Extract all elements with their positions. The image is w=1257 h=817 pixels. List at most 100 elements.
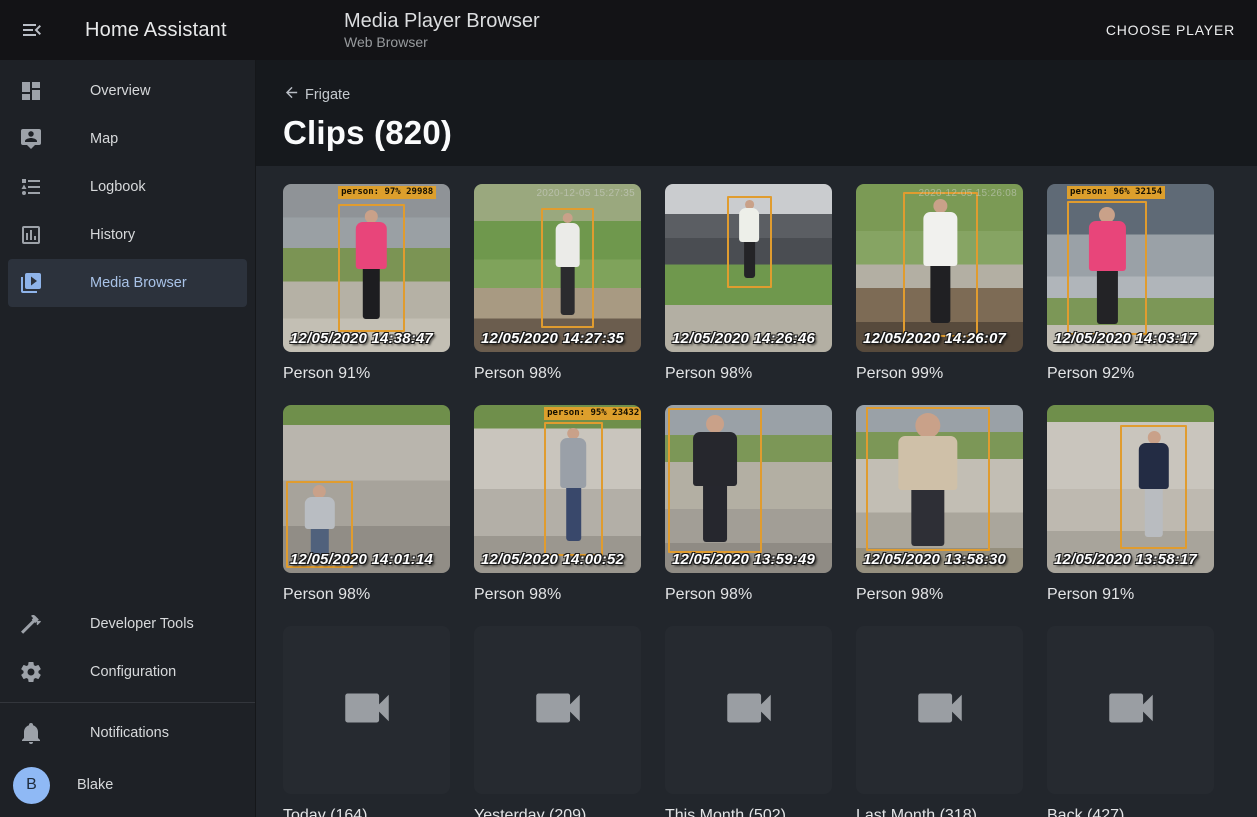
sidebar-item-overview[interactable]: Overview bbox=[0, 67, 255, 115]
clip-caption: Person 91% bbox=[283, 364, 450, 383]
dashboard-icon bbox=[19, 79, 43, 103]
clip-card[interactable]: 2020-12-05 15:26:08 12/05/2020 14:26:07 … bbox=[856, 184, 1023, 383]
clip-timestamp-overlay: 12/05/2020 13:59:49 bbox=[672, 551, 815, 568]
sidebar-item-label: History bbox=[90, 227, 135, 243]
figure-legs bbox=[561, 267, 575, 314]
clip-caption: Person 99% bbox=[856, 364, 1023, 383]
media-browser-icon bbox=[19, 271, 43, 295]
choose-player-button[interactable]: CHOOSE PLAYER bbox=[1096, 14, 1245, 46]
top-app-bar: Home Assistant Media Player Browser Web … bbox=[0, 0, 1257, 60]
video-camera-icon bbox=[529, 679, 587, 742]
figure-torso bbox=[560, 438, 587, 488]
topbar-title-block: Media Player Browser Web Browser bbox=[256, 0, 1096, 60]
clip-timestamp-overlay: 12/05/2020 13:58:30 bbox=[863, 551, 1006, 568]
clip-caption: Person 98% bbox=[474, 585, 641, 604]
figure-torso bbox=[693, 432, 737, 486]
figure-legs bbox=[930, 266, 950, 323]
figure-torso bbox=[923, 212, 958, 266]
folder-card[interactable]: Back (427) bbox=[1047, 626, 1214, 817]
figure-head bbox=[706, 415, 725, 434]
video-camera-icon bbox=[911, 679, 969, 742]
person-figure bbox=[353, 210, 389, 329]
clip-card[interactable]: 12/05/2020 13:58:17 Person 91% bbox=[1047, 405, 1214, 604]
folder-caption: Back (427) bbox=[1047, 806, 1214, 817]
clip-card[interactable]: person: 97% 29988 12/05/2020 14:38:47 Pe… bbox=[283, 184, 450, 383]
folder-card[interactable]: This Month (502) bbox=[665, 626, 832, 817]
clip-timestamp-overlay: 12/05/2020 14:00:52 bbox=[481, 551, 624, 568]
figure-legs bbox=[911, 490, 944, 547]
detection-box bbox=[668, 408, 762, 552]
clip-caption: Person 98% bbox=[665, 585, 832, 604]
clip-card[interactable]: 12/05/2020 14:01:14 Person 98% bbox=[283, 405, 450, 604]
clip-caption: Person 92% bbox=[1047, 364, 1214, 383]
clip-card[interactable]: person: 96% 32154 12/05/2020 14:03:17 Pe… bbox=[1047, 184, 1214, 383]
sidebar-item-logbook[interactable]: Logbook bbox=[0, 163, 255, 211]
sidebar-spacer bbox=[0, 307, 255, 600]
sidebar-item-notifications[interactable]: Notifications bbox=[0, 709, 255, 757]
folder-card[interactable]: Last Month (318) bbox=[856, 626, 1023, 817]
clip-thumbnail: person: 95% 23432 12/05/2020 14:00:52 bbox=[474, 405, 641, 573]
folder-caption: Today (164) bbox=[283, 806, 450, 817]
person-figure bbox=[553, 213, 582, 325]
detection-box bbox=[338, 204, 405, 332]
sidebar-item-profile[interactable]: B Blake bbox=[0, 757, 255, 813]
clip-timestamp-overlay: 12/05/2020 13:58:17 bbox=[1054, 551, 1197, 568]
sidebar-item-label: Configuration bbox=[90, 664, 176, 680]
sidebar-item-developer-tools[interactable]: Developer Tools bbox=[0, 600, 255, 648]
page-subtitle: Web Browser bbox=[344, 34, 1096, 51]
page-heading: Clips (820) bbox=[283, 114, 1257, 152]
clip-timestamp-overlay: 12/05/2020 14:26:07 bbox=[863, 330, 1006, 347]
breadcrumb-label: Frigate bbox=[305, 87, 350, 103]
person-figure bbox=[689, 415, 741, 550]
folder-caption: This Month (502) bbox=[665, 806, 832, 817]
sidebar-item-history[interactable]: History bbox=[0, 211, 255, 259]
sidebar-toggle-button[interactable] bbox=[20, 18, 44, 42]
clip-timestamp-overlay: 12/05/2020 14:38:47 bbox=[290, 330, 433, 347]
sidebar-item-label: Developer Tools bbox=[90, 616, 194, 632]
history-chart-icon bbox=[19, 223, 43, 247]
video-camera-icon bbox=[1102, 679, 1160, 742]
clip-card[interactable]: 12/05/2020 14:26:46 Person 98% bbox=[665, 184, 832, 383]
sidebar-item-configuration[interactable]: Configuration bbox=[0, 648, 255, 696]
figure-torso bbox=[1089, 221, 1126, 271]
video-camera-icon bbox=[720, 679, 778, 742]
person-figure bbox=[737, 200, 761, 285]
breadcrumb-back-frigate[interactable]: Frigate bbox=[283, 84, 350, 106]
figure-head bbox=[1099, 207, 1115, 223]
folder-caption: Last Month (318) bbox=[856, 806, 1023, 817]
clip-thumbnail: 2020-12-05 15:26:08 12/05/2020 14:26:07 bbox=[856, 184, 1023, 352]
bell-icon bbox=[19, 721, 43, 745]
clip-timestamp-overlay: 12/05/2020 14:26:46 bbox=[672, 330, 815, 347]
sidebar-item-map[interactable]: Map bbox=[0, 115, 255, 163]
clip-card[interactable]: 2020-12-05 15:27:35 12/05/2020 14:27:35 … bbox=[474, 184, 641, 383]
sidebar-item-label: Overview bbox=[90, 83, 150, 99]
folder-card[interactable]: Yesterday (209) bbox=[474, 626, 641, 817]
clip-thumbnail: 12/05/2020 14:01:14 bbox=[283, 405, 450, 573]
main-content: Frigate Clips (820) person: 97% 29988 12… bbox=[256, 60, 1257, 817]
figure-legs bbox=[1145, 489, 1162, 538]
clip-thumbnail: 12/05/2020 13:58:30 bbox=[856, 405, 1023, 573]
gear-icon bbox=[19, 660, 43, 684]
folder-thumbnail bbox=[856, 626, 1023, 794]
app-body: Overview Map Logbook History bbox=[0, 60, 1257, 817]
detection-box bbox=[1120, 425, 1187, 549]
person-figure bbox=[893, 413, 962, 548]
clip-caption: Person 98% bbox=[474, 364, 641, 383]
sidebar-item-label: Map bbox=[90, 131, 118, 147]
clip-card[interactable]: 12/05/2020 13:58:30 Person 98% bbox=[856, 405, 1023, 604]
sidebar-item-media-browser[interactable]: Media Browser bbox=[8, 259, 247, 307]
sidebar-item-label: Notifications bbox=[90, 725, 169, 741]
avatar: B bbox=[13, 767, 50, 804]
folder-card[interactable]: Today (164) bbox=[283, 626, 450, 817]
clip-card[interactable]: 12/05/2020 13:59:49 Person 98% bbox=[665, 405, 832, 604]
figure-legs bbox=[363, 269, 380, 319]
folder-thumbnail bbox=[1047, 626, 1214, 794]
figure-legs bbox=[566, 488, 581, 541]
topbar-left: Home Assistant bbox=[0, 0, 256, 60]
sidebar-item-label: Logbook bbox=[90, 179, 146, 195]
figure-head bbox=[933, 199, 948, 214]
content-header: Frigate Clips (820) bbox=[256, 60, 1257, 166]
clip-timestamp-overlay: 12/05/2020 14:03:17 bbox=[1054, 330, 1197, 347]
clip-card[interactable]: person: 95% 23432 12/05/2020 14:00:52 Pe… bbox=[474, 405, 641, 604]
detection-box bbox=[544, 422, 602, 556]
